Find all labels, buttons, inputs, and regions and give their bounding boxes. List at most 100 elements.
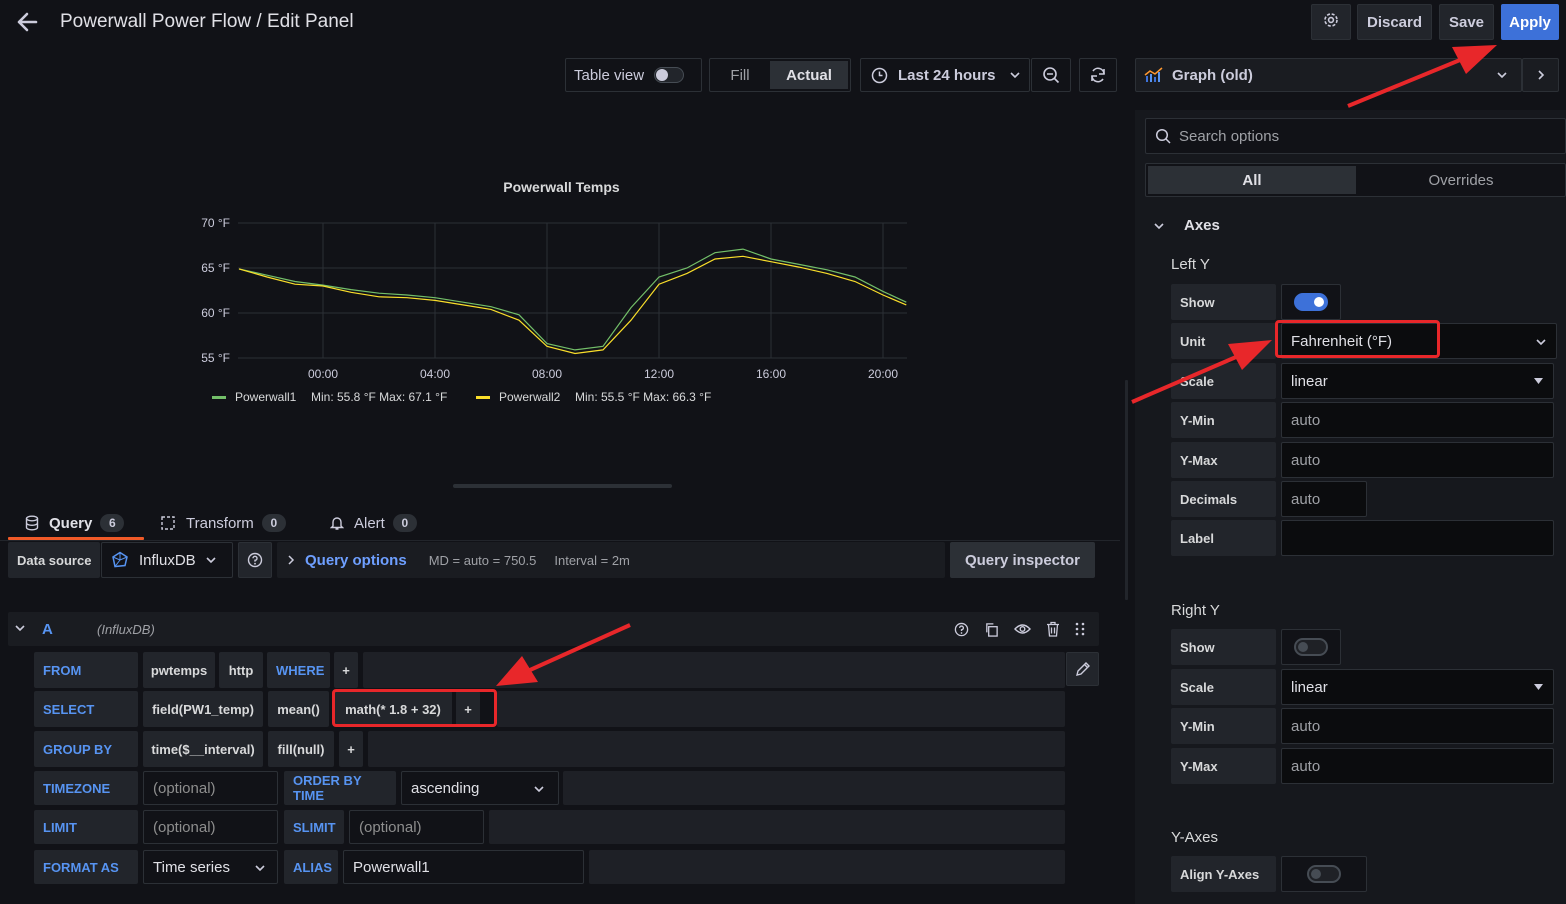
left-y-label-input[interactable] [1281, 520, 1554, 556]
annotation-box-math [332, 689, 497, 727]
table-view-switch [654, 67, 685, 83]
y-tick-label: 65 °F [201, 261, 230, 275]
back-arrow-icon[interactable] [12, 8, 42, 36]
right-y-ymax-input[interactable]: auto [1281, 748, 1554, 784]
tab-alert-count: 0 [392, 514, 417, 532]
y-tick-label: 70 °F [201, 216, 230, 230]
tab-all[interactable]: All [1148, 166, 1356, 194]
legend-series-stats: Min: 55.8 °F Max: 67.1 °F [311, 390, 447, 404]
groupby-time[interactable]: time($__interval) [143, 731, 263, 767]
copy-icon[interactable] [983, 621, 999, 637]
left-y-heading: Left Y [1171, 256, 1210, 273]
chevron-down-icon[interactable] [14, 622, 26, 634]
tab-transform[interactable]: Transform 0 [160, 506, 300, 540]
influxdb-icon [111, 551, 129, 569]
zoom-out-button[interactable] [1031, 58, 1071, 92]
left-y-ymax-label: Y-Max [1171, 442, 1276, 478]
edit-raw-query-button[interactable] [1066, 652, 1099, 686]
limit-input[interactable]: (optional) [143, 810, 278, 844]
left-y-ymax-input[interactable]: auto [1281, 442, 1554, 478]
right-y-show-toggle[interactable] [1294, 638, 1328, 656]
fill-option[interactable]: Fill [710, 59, 770, 91]
left-y-decimals-input[interactable]: auto [1281, 481, 1367, 517]
axes-section-title[interactable]: Axes [1184, 217, 1220, 234]
align-y-axes-label: Align Y-Axes [1171, 856, 1276, 892]
query-ref-name[interactable]: A [42, 621, 53, 638]
format-keyword: FORMAT AS [34, 850, 138, 884]
tab-transform-label: Transform [186, 514, 254, 532]
visualization-picker[interactable]: Graph (old) [1135, 58, 1522, 92]
drag-handle-icon[interactable] [1073, 621, 1087, 637]
x-tick-label: 08:00 [532, 367, 562, 381]
y-axes-heading: Y-Axes [1171, 829, 1218, 846]
options-tab-group: All Overrides [1145, 163, 1566, 197]
datasource-label: Data source [8, 542, 100, 578]
left-y-scale-label: Scale [1171, 363, 1276, 399]
tab-query-count: 6 [100, 514, 125, 532]
discard-button[interactable]: Discard [1357, 4, 1432, 40]
format-row-filler [589, 850, 1065, 884]
timezone-input[interactable]: (optional) [143, 771, 278, 805]
timezone-row-filler [563, 771, 1065, 805]
right-y-ymin-input[interactable]: auto [1281, 708, 1554, 744]
collapse-options-button[interactable] [1522, 58, 1559, 92]
left-y-show-toggle[interactable] [1294, 293, 1328, 311]
zoom-out-icon [1042, 66, 1060, 84]
orderby-value: ascending [411, 779, 480, 797]
slimit-keyword: SLIMIT [284, 810, 344, 844]
query-options-bar[interactable]: Query options MD = auto = 750.5 Interval… [277, 542, 945, 578]
from-keyword: FROM [34, 652, 138, 688]
pane-splitter[interactable] [1125, 380, 1128, 600]
groupby-add-button[interactable]: + [339, 731, 363, 767]
right-y-ymax-label: Y-Max [1171, 748, 1276, 784]
tab-query[interactable]: Query 6 [10, 506, 143, 540]
save-button[interactable]: Save [1439, 4, 1494, 40]
eye-icon[interactable] [1013, 621, 1031, 637]
series-line-powerwall2 [238, 255, 907, 355]
tab-overrides[interactable]: Overrides [1358, 166, 1564, 194]
apply-button[interactable]: Apply [1501, 4, 1559, 40]
time-range-picker[interactable]: Last 24 hours [860, 58, 1030, 92]
alias-input[interactable]: Powerwall1 [343, 850, 584, 884]
trash-icon[interactable] [1045, 621, 1061, 637]
format-select[interactable]: Time series [143, 850, 278, 884]
chevron-down-icon [1536, 338, 1546, 346]
chevron-down-icon[interactable] [1153, 220, 1165, 232]
format-value: Time series [153, 858, 230, 876]
query-inspector-button[interactable]: Query inspector [950, 542, 1095, 578]
from-policy[interactable]: http [219, 652, 263, 688]
groupby-fill[interactable]: fill(null) [268, 731, 334, 767]
refresh-button[interactable] [1079, 58, 1117, 92]
align-y-axes-toggle[interactable] [1307, 865, 1341, 883]
datasource-help-button[interactable] [238, 542, 272, 578]
table-view-label: Table view [574, 66, 645, 84]
select-mean[interactable]: mean() [268, 691, 329, 727]
slimit-input[interactable]: (optional) [349, 810, 484, 844]
actual-option[interactable]: Actual [770, 61, 848, 89]
panel-settings-button[interactable] [1311, 4, 1351, 40]
query-options-label: Query options [305, 551, 407, 569]
y-tick-label: 60 °F [201, 306, 230, 320]
select-keyword: SELECT [34, 691, 138, 727]
from-row-filler [363, 652, 1065, 688]
left-y-unit-label: Unit [1171, 323, 1276, 359]
chevron-down-icon [1497, 71, 1507, 79]
select-field[interactable]: field(PW1_temp) [143, 691, 263, 727]
left-y-ymin-input[interactable]: auto [1281, 402, 1554, 438]
help-icon[interactable] [953, 621, 969, 637]
md-text: MD = auto = 750.5 [428, 552, 537, 568]
datasource-value: InfluxDB [139, 551, 196, 569]
where-add-button[interactable]: + [334, 652, 358, 688]
legend-series-name: Powerwall1 [235, 390, 297, 404]
legend-swatch-powerwall2 [476, 396, 490, 399]
table-view-toggle[interactable]: Table view [565, 58, 702, 92]
orderby-select[interactable]: ascending [401, 771, 559, 805]
search-options-input[interactable]: Search options [1145, 118, 1566, 154]
datasource-picker[interactable]: InfluxDB [101, 542, 233, 578]
chevron-down-icon [534, 785, 544, 793]
left-y-scale-select[interactable]: linear [1281, 363, 1554, 399]
right-y-scale-select[interactable]: linear [1281, 669, 1554, 705]
tab-alert[interactable]: Alert 0 [330, 506, 430, 540]
from-measurement[interactable]: pwtemps [143, 652, 215, 688]
panel-resize-handle[interactable] [453, 484, 672, 488]
